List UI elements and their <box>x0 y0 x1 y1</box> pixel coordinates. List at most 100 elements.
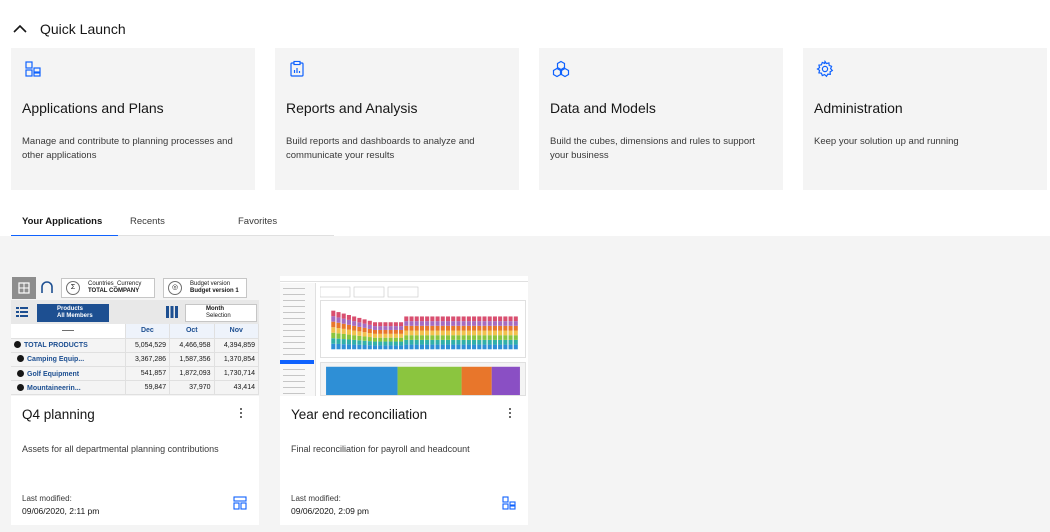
preview-bar-segment <box>404 316 409 322</box>
preview-bar-segment <box>341 339 346 345</box>
preview-bar-segment <box>383 329 388 334</box>
preview-bar-segment <box>466 335 471 340</box>
preview-bar-segment <box>399 322 404 327</box>
preview-bar-segment <box>352 339 357 345</box>
preview-bar-segment <box>367 345 372 350</box>
tab-favorites[interactable]: Favorites <box>226 210 334 236</box>
application-card-q4-planning[interactable]: Σ Countries_Currency TOTAL COMPANY ◎ Bud… <box>11 276 259 525</box>
preview-bar-segment <box>341 333 346 340</box>
preview-bar-segment <box>414 321 419 326</box>
preview-bar-segment <box>362 327 367 333</box>
preview-bar-segment <box>466 344 471 350</box>
preview-bar-segment <box>440 325 445 331</box>
columns-icon <box>166 306 178 318</box>
preview-bar-segment <box>482 344 487 350</box>
preview-bar-segment <box>336 322 341 329</box>
tile-reports-and-analysis[interactable]: Reports and Analysis Build reports and d… <box>275 48 519 190</box>
preview-bar-segment <box>362 319 367 324</box>
preview-bar-segment <box>492 325 497 331</box>
tile-applications-and-plans[interactable]: Applications and Plans Manage and contri… <box>11 48 255 190</box>
preview-bar-segment <box>503 335 508 340</box>
preview-bar-segment <box>425 330 430 336</box>
preview-bar-segment <box>388 341 393 346</box>
preview-bar-segment <box>508 330 513 336</box>
preview-bar-segment <box>378 322 383 327</box>
preview-bar-segment <box>472 339 477 345</box>
preview-bar-segment <box>388 333 393 338</box>
preview-bar-segment <box>372 329 378 334</box>
preview-bar-segment <box>378 333 383 338</box>
preview-bar-segment <box>472 344 477 350</box>
preview-bar-segment <box>430 325 435 331</box>
preview-bar-segment <box>425 325 430 331</box>
preview-bar-segment <box>482 339 487 345</box>
preview-bar-segment <box>419 335 424 340</box>
preview-bar-segment <box>482 316 487 322</box>
view-icon <box>12 277 36 299</box>
preview-bar-segment <box>482 321 487 326</box>
preview-bar-segment <box>440 335 445 340</box>
preview-bar-segment <box>399 326 404 330</box>
preview-bar-segment <box>346 329 351 335</box>
tile-data-and-models[interactable]: Data and Models Build the cubes, dimensi… <box>539 48 783 190</box>
preview-bar-segment <box>477 339 482 345</box>
preview-bar-segment <box>498 339 503 345</box>
preview-bar-segment <box>414 316 419 322</box>
last-modified-label: Last modified: <box>291 494 341 503</box>
preview-bar-segment <box>419 344 424 350</box>
preview-bar-segment <box>461 316 466 322</box>
preview-bar-segment <box>341 328 346 334</box>
preview-bar-segment <box>331 332 336 339</box>
overflow-menu-icon[interactable] <box>235 405 247 421</box>
preview-bar-segment <box>498 330 503 336</box>
preview-bar-segment <box>362 332 367 337</box>
preview-bar-segment <box>388 337 393 342</box>
preview-bar-segment <box>487 316 492 322</box>
preview-bar-segment <box>399 329 404 334</box>
tab-recents[interactable]: Recents <box>118 210 226 236</box>
preview-bar-segment <box>425 321 430 326</box>
preview-bar-segment <box>409 325 414 331</box>
preview-bar-segment <box>498 321 503 326</box>
tab-your-applications[interactable]: Your Applications <box>11 210 118 237</box>
preview-bar-segment <box>430 339 435 345</box>
preview-bar-segment <box>440 316 445 322</box>
preview-bar-segment <box>435 321 440 326</box>
preview-treemap-block <box>397 366 462 395</box>
preview-bar-segment <box>430 321 435 326</box>
report-icon <box>290 60 304 77</box>
preview-bar-segment <box>466 321 471 326</box>
preview-bar-segment <box>393 322 398 327</box>
applications-tabs: Your Applications Recents Favorites <box>11 210 334 237</box>
products-chip: Products All Members <box>37 304 109 322</box>
preview-bar-segment <box>414 325 419 331</box>
preview-bar-segment <box>341 323 346 329</box>
preview-bar-segment <box>451 321 456 326</box>
application-card-year-end-reconciliation[interactable]: Year end reconciliation Final reconcilia… <box>280 276 528 525</box>
preview-bar-segment <box>430 335 435 340</box>
overflow-menu-icon[interactable] <box>504 405 516 421</box>
card-thumbnail <box>280 276 528 396</box>
preview-bar-segment <box>477 316 482 322</box>
preview-bar-segment <box>461 344 466 350</box>
preview-bar-segment <box>357 331 362 336</box>
card-description: Final reconciliation for payroll and hea… <box>291 444 470 454</box>
preview-bar-segment <box>472 325 477 331</box>
tile-administration[interactable]: Administration Keep your solution up and… <box>803 48 1047 190</box>
preview-bar-segment <box>378 337 383 342</box>
link-icon <box>41 281 53 293</box>
preview-bar-segment <box>492 344 497 350</box>
preview-bar-segment <box>472 335 477 340</box>
preview-bar-segment <box>445 330 451 336</box>
preview-bar-segment <box>477 335 482 340</box>
preview-bar-segment <box>383 337 388 342</box>
preview-bar-segment <box>372 322 378 327</box>
preview-bar-segment <box>445 325 451 331</box>
quick-launch-toggle[interactable]: Quick Launch <box>12 18 126 40</box>
preview-bar-segment <box>346 324 351 330</box>
preview-bar-segment <box>456 330 461 336</box>
preview-bar-segment <box>336 317 341 323</box>
preview-bar-segment <box>414 344 419 350</box>
preview-bar-segment <box>409 330 414 336</box>
preview-bar-segment <box>472 330 477 336</box>
